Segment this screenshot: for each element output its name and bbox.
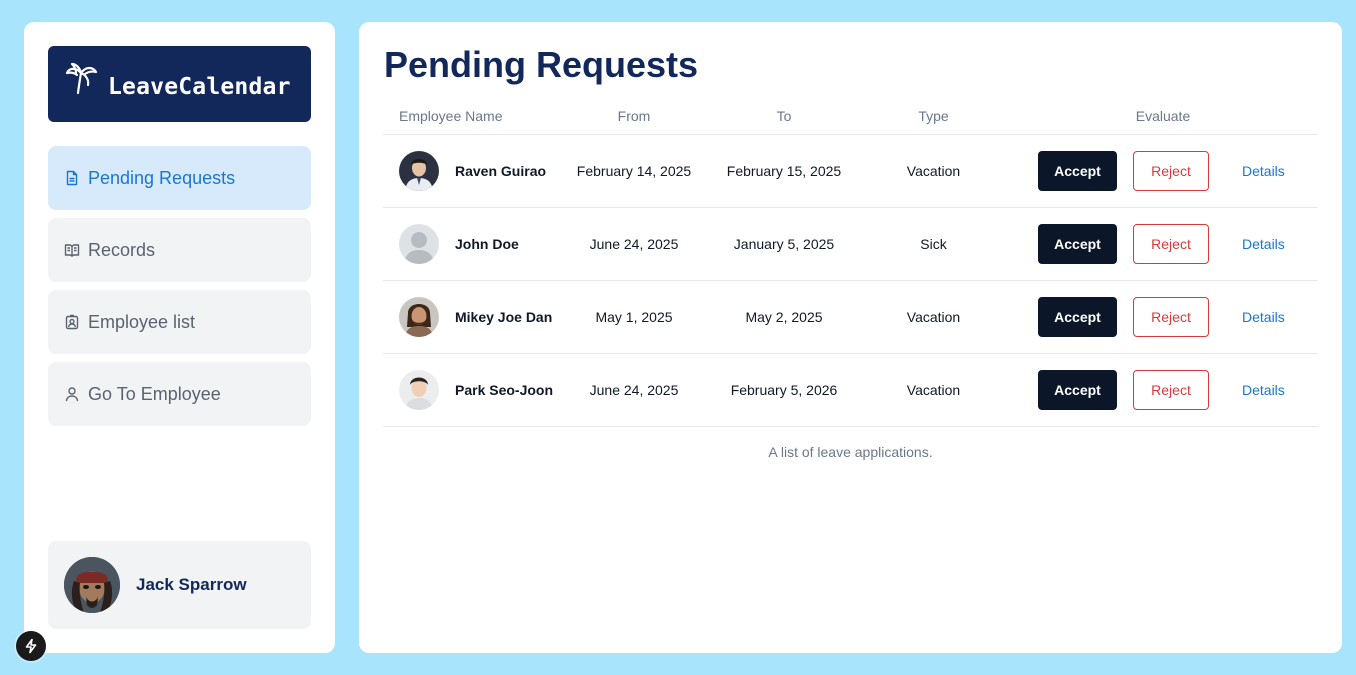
employee-name: Mikey Joe Dan [455,308,553,325]
avatar [399,369,439,410]
avatar [64,557,120,613]
brand-logo[interactable]: LeaveCalendar [48,46,311,122]
column-header-from: From [559,98,709,135]
to-date: May 2, 2025 [709,280,859,354]
table-row: Park Seo-Joon June 24, 2025 February 5, … [383,353,1318,427]
palm-tree-icon [64,61,100,97]
lightning-bolt-icon[interactable] [16,631,46,661]
avatar [399,296,439,337]
id-badge-icon [64,314,80,330]
leave-type: Vacation [859,280,1008,354]
reject-button[interactable]: Reject [1133,369,1209,410]
employee-cell: Raven Guirao [383,134,559,208]
file-text-icon [64,170,80,186]
main-panel: Pending Requests Employee Name From To T… [359,22,1342,653]
employee-name: John Doe [455,235,519,252]
avatar [399,223,439,264]
user-icon [64,386,80,402]
employee-cell: Mikey Joe Dan [383,280,559,354]
table-row: Mikey Joe Dan May 1, 2025 May 2, 2025 Va… [383,280,1318,354]
table-caption: A list of leave applications. [768,444,933,460]
sidebar-item-pending-requests[interactable]: Pending Requests [48,146,311,210]
reject-button[interactable]: Reject [1133,296,1209,337]
reject-button[interactable]: Reject [1133,150,1209,191]
reject-button[interactable]: Reject [1133,223,1209,264]
details-link[interactable]: Details [1242,382,1285,398]
table-header-row: Employee Name From To Type Evaluate [383,98,1318,135]
accept-button[interactable]: Accept [1038,150,1117,191]
from-date: June 24, 2025 [559,353,709,427]
details-link[interactable]: Details [1242,236,1285,252]
to-date: February 15, 2025 [709,134,859,208]
book-open-icon [64,242,80,258]
accept-button[interactable]: Accept [1038,296,1117,337]
requests-table: Employee Name From To Type Evaluate Rave… [383,98,1318,427]
user-name: Jack Sparrow [136,575,247,594]
evaluate-cell: Accept Reject Details [1008,207,1318,281]
table-row: Raven Guirao February 14, 2025 February … [383,134,1318,208]
sidebar-item-label: Employee list [88,311,196,332]
from-date: June 24, 2025 [559,207,709,281]
to-date: February 5, 2026 [709,353,859,427]
to-date: January 5, 2025 [709,207,859,281]
column-header-employee-name: Employee Name [383,98,559,135]
from-date: February 14, 2025 [559,134,709,208]
sidebar-item-employee-list[interactable]: Employee list [48,290,311,354]
sidebar-item-label: Pending Requests [88,167,236,188]
evaluate-cell: Accept Reject Details [1008,353,1318,427]
sidebar-nav: Pending Requests Records Employee list G… [48,146,311,434]
evaluate-cell: Accept Reject Details [1008,280,1318,354]
employee-name: Raven Guirao [455,162,547,179]
column-header-type: Type [859,98,1008,135]
user-profile-card[interactable]: Jack Sparrow [48,541,311,629]
details-link[interactable]: Details [1242,309,1285,325]
leave-type: Vacation [859,134,1008,208]
page-title: Pending Requests [384,44,699,85]
details-link[interactable]: Details [1242,163,1285,179]
column-header-evaluate: Evaluate [1008,98,1318,135]
sidebar-item-label: Records [88,239,156,260]
leave-type: Sick [859,207,1008,281]
sidebar-item-go-to-employee[interactable]: Go To Employee [48,362,311,426]
employee-name: Park Seo-Joon [455,381,554,398]
from-date: May 1, 2025 [559,280,709,354]
column-header-to: To [709,98,859,135]
table-row: John Doe June 24, 2025 January 5, 2025 S… [383,207,1318,281]
sidebar-item-label: Go To Employee [88,383,221,404]
avatar [399,150,439,191]
accept-button[interactable]: Accept [1038,369,1117,410]
brand-name: LeaveCalendar [108,74,291,100]
leave-type: Vacation [859,353,1008,427]
sidebar: LeaveCalendar Pending Requests Records E… [24,22,335,653]
employee-cell: Park Seo-Joon [383,353,559,427]
accept-button[interactable]: Accept [1038,223,1117,264]
evaluate-cell: Accept Reject Details [1008,134,1318,208]
sidebar-item-records[interactable]: Records [48,218,311,282]
employee-cell: John Doe [383,207,559,281]
